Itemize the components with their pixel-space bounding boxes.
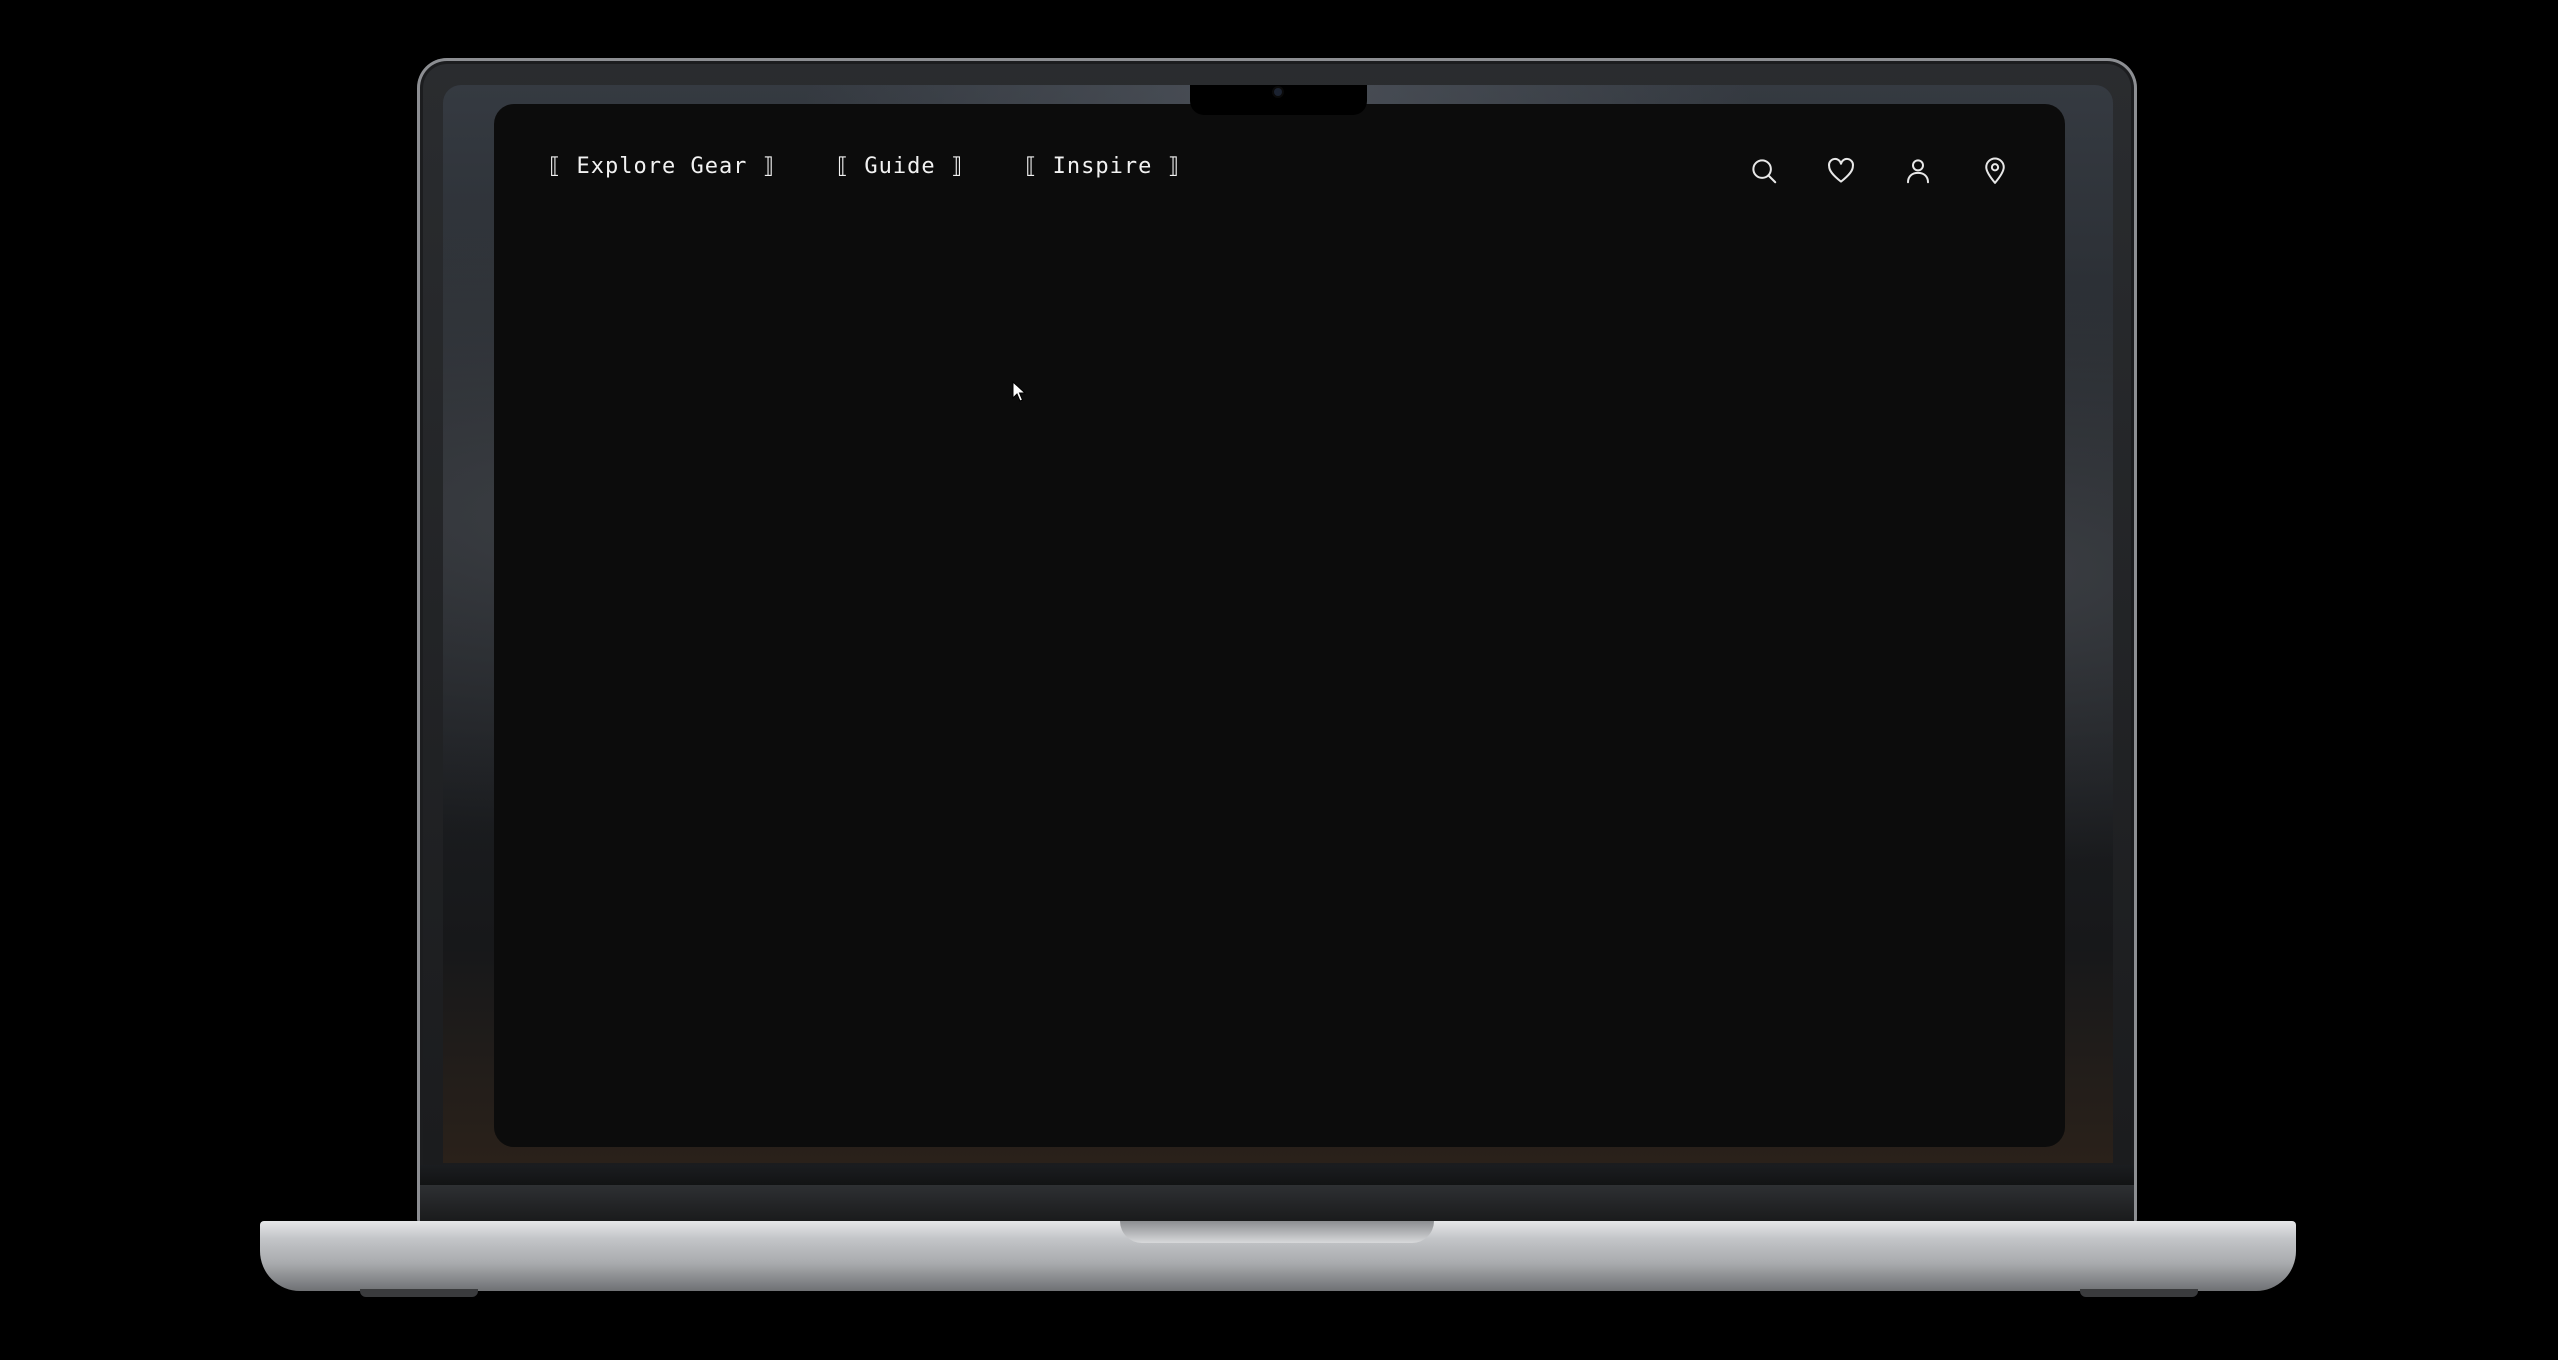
nav-inspire[interactable]: ⟦ Inspire ⟧	[1024, 154, 1181, 179]
main-nav: ⟦ Explore Gear ⟧ ⟦ Guide ⟧ ⟦ Inspire ⟧	[548, 154, 1181, 179]
camera-icon	[1274, 88, 1282, 96]
laptop-foot-left	[360, 1289, 478, 1297]
heart-icon	[1827, 157, 1854, 183]
account-button[interactable]	[1899, 152, 1936, 189]
search-button[interactable]	[1745, 152, 1782, 189]
user-icon	[1906, 158, 1929, 183]
laptop-foot-right	[2080, 1289, 2198, 1297]
mouse-cursor-icon	[1012, 381, 1027, 402]
search-icon	[1751, 158, 1776, 183]
website-window: ⟦ Explore Gear ⟧ ⟦ Guide ⟧ ⟦ Inspire ⟧	[494, 104, 2065, 1147]
header-icons	[1745, 152, 2013, 189]
nav-guide[interactable]: ⟦ Guide ⟧	[836, 154, 964, 179]
lid-opening-notch	[1120, 1221, 1434, 1243]
wishlist-button[interactable]	[1822, 152, 1859, 189]
store-locator-button[interactable]	[1976, 152, 2013, 189]
laptop-hinge	[420, 1185, 2134, 1221]
nav-explore-gear[interactable]: ⟦ Explore Gear ⟧	[548, 154, 776, 179]
laptop-mockup: ⟦ Explore Gear ⟧ ⟦ Guide ⟧ ⟦ Inspire ⟧	[0, 0, 2558, 1360]
screen-bottom-bezel	[420, 1165, 2134, 1185]
location-pin-icon	[1984, 157, 2005, 184]
